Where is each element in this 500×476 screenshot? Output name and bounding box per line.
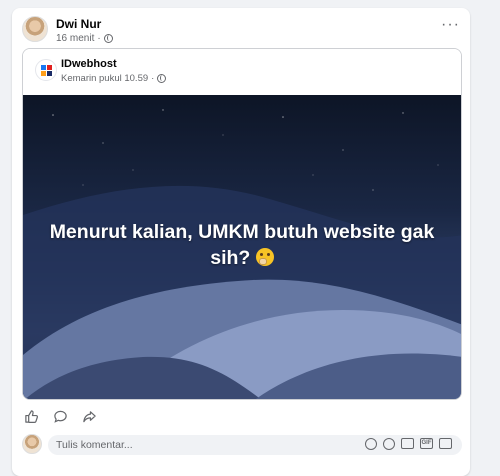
page-name[interactable]: IDwebhost bbox=[61, 58, 117, 70]
gif-icon[interactable]: GIF bbox=[420, 438, 433, 449]
comment-tools: GIF bbox=[365, 438, 452, 450]
author-name[interactable]: Dwi Nur bbox=[56, 17, 101, 31]
shared-post-meta: Kemarin pukul 10.59 · bbox=[61, 73, 167, 84]
post-actions bbox=[24, 406, 97, 426]
globe-icon bbox=[103, 34, 113, 43]
emoji-icon[interactable] bbox=[383, 438, 395, 450]
shared-post-time[interactable]: Kemarin pukul 10.59 bbox=[61, 73, 148, 84]
user-avatar[interactable] bbox=[22, 434, 42, 454]
avatar-sticker-icon[interactable] bbox=[365, 438, 377, 450]
quote-text: Menurut kalian, UMKM butuh website gak s… bbox=[49, 221, 435, 269]
more-options-icon[interactable]: ··· bbox=[441, 17, 460, 33]
thinking-face-icon bbox=[255, 248, 274, 266]
comment-composer: Tulis komentar... GIF bbox=[22, 434, 462, 460]
comment-icon[interactable] bbox=[53, 409, 68, 424]
share-icon[interactable] bbox=[82, 409, 97, 424]
shared-post-header: IDwebhost Kemarin pukul 10.59 · bbox=[23, 49, 461, 95]
idwebhost-logo[interactable] bbox=[35, 59, 57, 81]
post-meta: 16 menit · bbox=[56, 33, 113, 44]
globe-icon bbox=[157, 74, 167, 83]
post-card: Dwi Nur 16 menit · ··· IDwebhost Kemarin… bbox=[12, 8, 470, 476]
like-icon[interactable] bbox=[24, 409, 39, 424]
meta-separator: · bbox=[97, 33, 101, 44]
post-header: Dwi Nur 16 menit · ··· bbox=[22, 16, 462, 48]
shared-post[interactable]: IDwebhost Kemarin pukul 10.59 · Menurut … bbox=[22, 48, 462, 400]
post-quote-text: Menurut kalian, UMKM butuh website gak s… bbox=[37, 219, 447, 271]
sticker-icon[interactable] bbox=[439, 438, 452, 449]
post-time[interactable]: 16 menit bbox=[56, 33, 94, 44]
camera-icon[interactable] bbox=[401, 438, 414, 449]
meta-separator: · bbox=[151, 73, 155, 84]
author-avatar[interactable] bbox=[22, 16, 48, 42]
post-image[interactable]: Menurut kalian, UMKM butuh website gak s… bbox=[23, 95, 461, 399]
